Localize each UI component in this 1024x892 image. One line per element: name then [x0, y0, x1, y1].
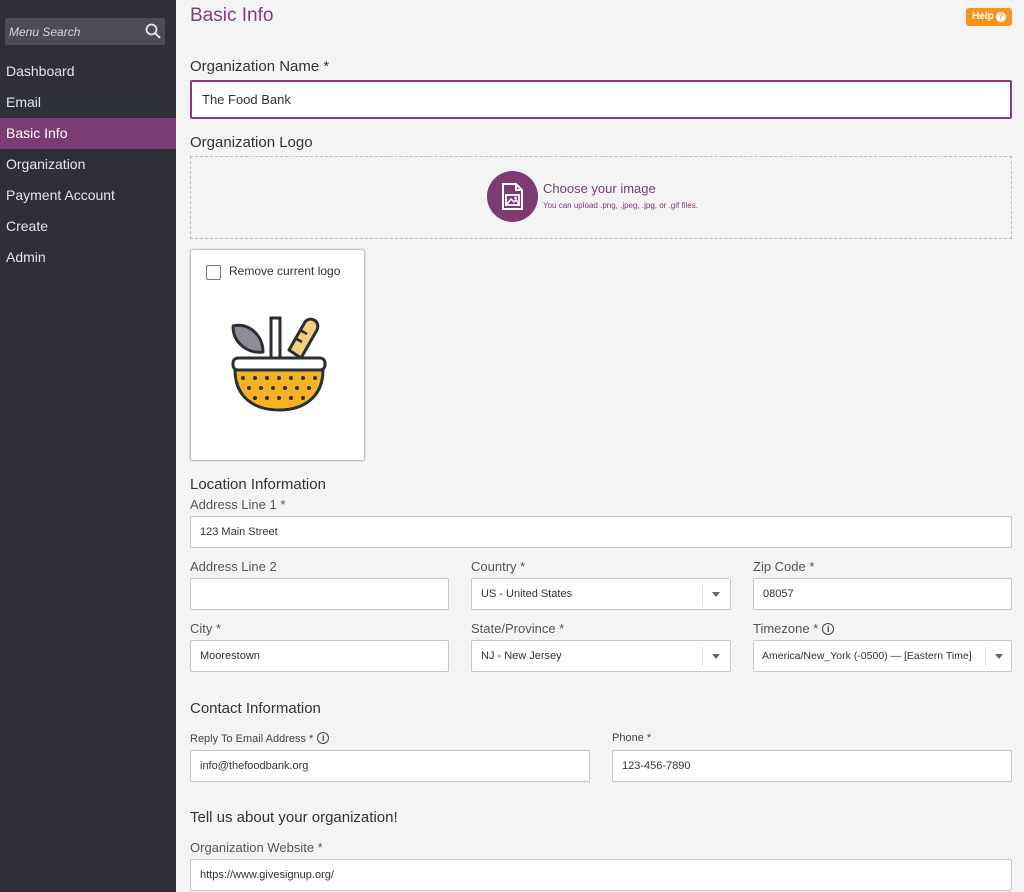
- state-label: State/Province *: [471, 621, 565, 636]
- sidebar-item-email[interactable]: Email: [0, 87, 176, 118]
- address2-label: Address Line 2: [190, 559, 277, 574]
- address1-label: Address Line 1 *: [190, 497, 286, 512]
- sidebar-item-basic-info[interactable]: Basic Info: [0, 118, 176, 149]
- menu-search: [5, 18, 165, 45]
- state-value: NJ - New Jersey: [481, 650, 562, 662]
- state-select[interactable]: NJ - New Jersey: [471, 640, 731, 672]
- sidebar-item-admin[interactable]: Admin: [0, 242, 176, 273]
- timezone-label: Timezone *: [753, 621, 819, 636]
- org-name-label: Organization Name *: [190, 58, 330, 75]
- page-title: Basic Info: [190, 5, 274, 26]
- address2-input[interactable]: [190, 578, 449, 610]
- sidebar: Dashboard Email Basic Info Organization …: [0, 0, 176, 892]
- chevron-down-icon[interactable]: [985, 647, 1011, 667]
- sidebar-nav: Dashboard Email Basic Info Organization …: [0, 56, 176, 273]
- sidebar-item-dashboard[interactable]: Dashboard: [0, 56, 176, 87]
- timezone-value: America/New_York (-0500) — [Eastern Time…: [762, 650, 972, 662]
- sidebar-item-payment-account[interactable]: Payment Account: [0, 180, 176, 211]
- country-select[interactable]: US - United States: [471, 578, 731, 610]
- website-input[interactable]: [190, 859, 1012, 891]
- about-heading: Tell us about your organization!: [190, 809, 398, 826]
- menu-search-input[interactable]: [5, 18, 135, 45]
- timezone-label-wrap: Timezone * i: [753, 621, 835, 636]
- phone-input[interactable]: [612, 750, 1012, 782]
- upload-title[interactable]: Choose your image: [543, 181, 656, 196]
- org-name-input[interactable]: [190, 80, 1012, 119]
- remove-logo-checkbox[interactable]: [206, 265, 221, 280]
- question-icon: ?: [995, 12, 1006, 22]
- remove-logo-label[interactable]: Remove current logo: [229, 264, 340, 278]
- city-label: City *: [190, 621, 222, 636]
- help-label: Help: [972, 11, 994, 22]
- timezone-select[interactable]: America/New_York (-0500) — [Eastern Time…: [753, 640, 1012, 672]
- email-label: Reply To Email Address *: [190, 733, 314, 745]
- upload-hint: You can upload .png, .jpeg, .jpg, or .gi…: [543, 201, 698, 210]
- sidebar-item-create[interactable]: Create: [0, 211, 176, 242]
- search-icon[interactable]: [145, 23, 161, 39]
- contact-heading: Contact Information: [190, 700, 321, 717]
- current-logo-card: Remove current logo: [190, 249, 365, 461]
- phone-label: Phone *: [612, 732, 652, 744]
- logo-upload-dropzone[interactable]: Choose your image You can upload .png, .…: [190, 156, 1012, 239]
- reply-email-input[interactable]: [190, 750, 590, 782]
- info-icon[interactable]: i: [822, 623, 835, 635]
- chevron-down-icon[interactable]: [702, 647, 730, 667]
- food-basket-logo: [231, 316, 327, 412]
- country-value: US - United States: [481, 588, 573, 600]
- zip-label: Zip Code *: [753, 559, 815, 574]
- chevron-down-icon[interactable]: [702, 585, 730, 605]
- info-icon[interactable]: i: [317, 732, 330, 744]
- city-input[interactable]: [190, 640, 449, 672]
- help-button[interactable]: Help?: [966, 8, 1012, 26]
- sidebar-item-organization[interactable]: Organization: [0, 149, 176, 180]
- org-logo-label: Organization Logo: [190, 134, 313, 151]
- website-label: Organization Website *: [190, 840, 323, 855]
- location-heading: Location Information: [190, 476, 326, 493]
- address1-input[interactable]: [190, 516, 1012, 548]
- country-label: Country *: [471, 559, 526, 574]
- zip-input[interactable]: [753, 578, 1012, 610]
- image-upload-icon[interactable]: [487, 171, 538, 222]
- email-label-wrap: Reply To Email Address * i: [190, 732, 330, 745]
